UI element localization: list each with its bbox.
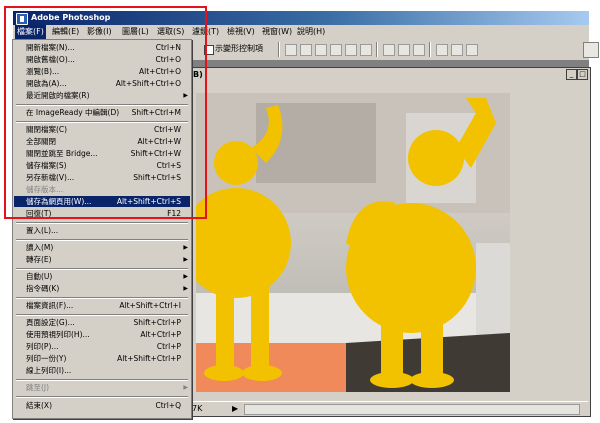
- distribute-top-icon[interactable]: [383, 44, 395, 56]
- menu-item-file-info[interactable]: 檔案資訊(F)... Alt+Shift+Ctrl+I: [14, 300, 190, 311]
- menu-item-import[interactable]: 讀入(M) ▶: [14, 242, 190, 253]
- submenu-arrow-icon: ▶: [183, 384, 188, 391]
- menu-window[interactable]: 視窗(W): [260, 25, 294, 39]
- horizontal-scrollbar[interactable]: [244, 404, 580, 415]
- menu-item-jump-to: 跳至(J) ▶: [26, 383, 188, 392]
- status-doc-size: 7K: [192, 404, 203, 413]
- distribute-bottom-icon[interactable]: [413, 44, 425, 56]
- status-bar: 7K ▶: [182, 401, 588, 415]
- menu-view[interactable]: 檢視(V): [225, 25, 257, 39]
- distribute-vcenter-icon[interactable]: [398, 44, 410, 56]
- toolbar-separator: [376, 42, 378, 57]
- menu-divider: [16, 396, 188, 398]
- photo-yellow-figures: [196, 93, 510, 392]
- menu-divider: [16, 297, 188, 299]
- menu-item-print-one-copy[interactable]: 列印一份(Y) Alt+Shift+Ctrl+P: [14, 353, 190, 364]
- menu-item-print-online[interactable]: 線上列印(I)...: [14, 365, 190, 376]
- align-hcenter-icon[interactable]: [345, 44, 357, 56]
- submenu-arrow-icon: ▶: [183, 256, 188, 263]
- menu-divider: [16, 239, 188, 241]
- menu-divider: [16, 314, 188, 316]
- align-right-icon[interactable]: [360, 44, 372, 56]
- menu-divider: [16, 222, 188, 224]
- annotation-highlight-box: [4, 6, 207, 219]
- submenu-arrow-icon: ▶: [183, 244, 188, 251]
- image-canvas[interactable]: [196, 93, 510, 392]
- menu-item-print[interactable]: 列印(P)... Ctrl+P: [14, 341, 190, 352]
- menu-item-print-preview[interactable]: 使用預視列印(H)... Alt+Ctrl+P: [14, 329, 190, 340]
- status-menu-arrow-icon[interactable]: ▶: [232, 403, 238, 414]
- document-title-bar: B) _ □: [182, 68, 590, 81]
- distribute-right-icon[interactable]: [466, 44, 478, 56]
- menu-item-exit[interactable]: 結束(X) Ctrl+Q: [14, 400, 190, 411]
- menu-item-place[interactable]: 置入(L)...: [14, 225, 190, 236]
- menu-item-scripts[interactable]: 指令碼(K) ▶: [14, 283, 190, 294]
- menu-divider: [16, 268, 188, 270]
- menu-item-page-setup[interactable]: 頁面設定(G)... Shift+Ctrl+P: [14, 317, 190, 328]
- distribute-left-icon[interactable]: [436, 44, 448, 56]
- toolbar-separator: [278, 42, 280, 57]
- toolbar-separator: [429, 42, 431, 57]
- align-top-icon[interactable]: [285, 44, 297, 56]
- palette-well-icon[interactable]: [583, 42, 599, 58]
- submenu-arrow-icon: ▶: [183, 285, 188, 292]
- distribute-hcenter-icon[interactable]: [451, 44, 463, 56]
- minimize-icon[interactable]: _: [566, 69, 577, 80]
- menu-item-automate[interactable]: 自動(U) ▶: [14, 271, 190, 282]
- align-vcenter-icon[interactable]: [300, 44, 312, 56]
- submenu-arrow-icon: ▶: [183, 273, 188, 280]
- align-bottom-icon[interactable]: [315, 44, 327, 56]
- show-transform-label: 示變形控制項: [215, 44, 263, 53]
- menu-item-export[interactable]: 轉存(E) ▶: [14, 254, 190, 265]
- menu-divider: [16, 379, 188, 381]
- menu-help[interactable]: 說明(H): [295, 25, 327, 39]
- maximize-icon[interactable]: □: [577, 69, 588, 80]
- align-left-icon[interactable]: [330, 44, 342, 56]
